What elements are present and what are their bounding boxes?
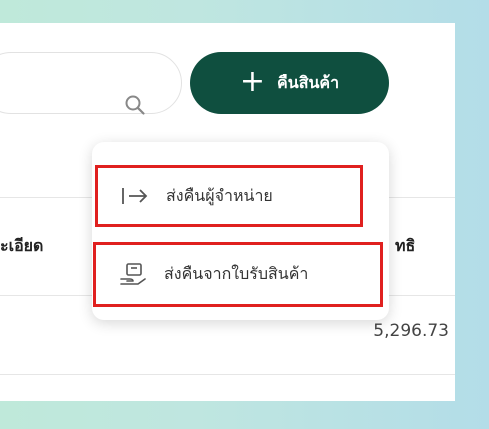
return-goods-label: คืนสินค้า — [277, 72, 340, 92]
plus-icon: + — [239, 63, 266, 99]
arrow-right-to-bar-icon — [120, 183, 150, 209]
column-header-details: ะเอียด — [0, 236, 44, 255]
column-header-net: ทธิ — [395, 236, 416, 255]
return-goods-button[interactable]: + คืนสินค้า — [190, 52, 389, 114]
menu-item-label: ส่งคืนผู้จำหน่าย — [166, 185, 273, 205]
menu-item-return-to-supplier[interactable]: ส่งคืนผู้จำหน่าย — [95, 165, 363, 227]
search-input[interactable] — [0, 52, 182, 114]
menu-item-label: ส่งคืนจากใบรับสินค้า — [164, 264, 309, 283]
menu-item-return-from-receipt[interactable]: ส่งคืนจากใบรับสินค้า — [93, 242, 383, 307]
return-dropdown-menu: ส่งคืนผู้จำหน่าย ส่งคืนจากใบรับสินค้า — [92, 142, 389, 320]
table-divider-row — [0, 374, 455, 375]
search-icon[interactable] — [124, 94, 146, 116]
hand-box-icon — [118, 262, 148, 288]
table-cell-amount: 5,296.73 — [373, 321, 449, 341]
